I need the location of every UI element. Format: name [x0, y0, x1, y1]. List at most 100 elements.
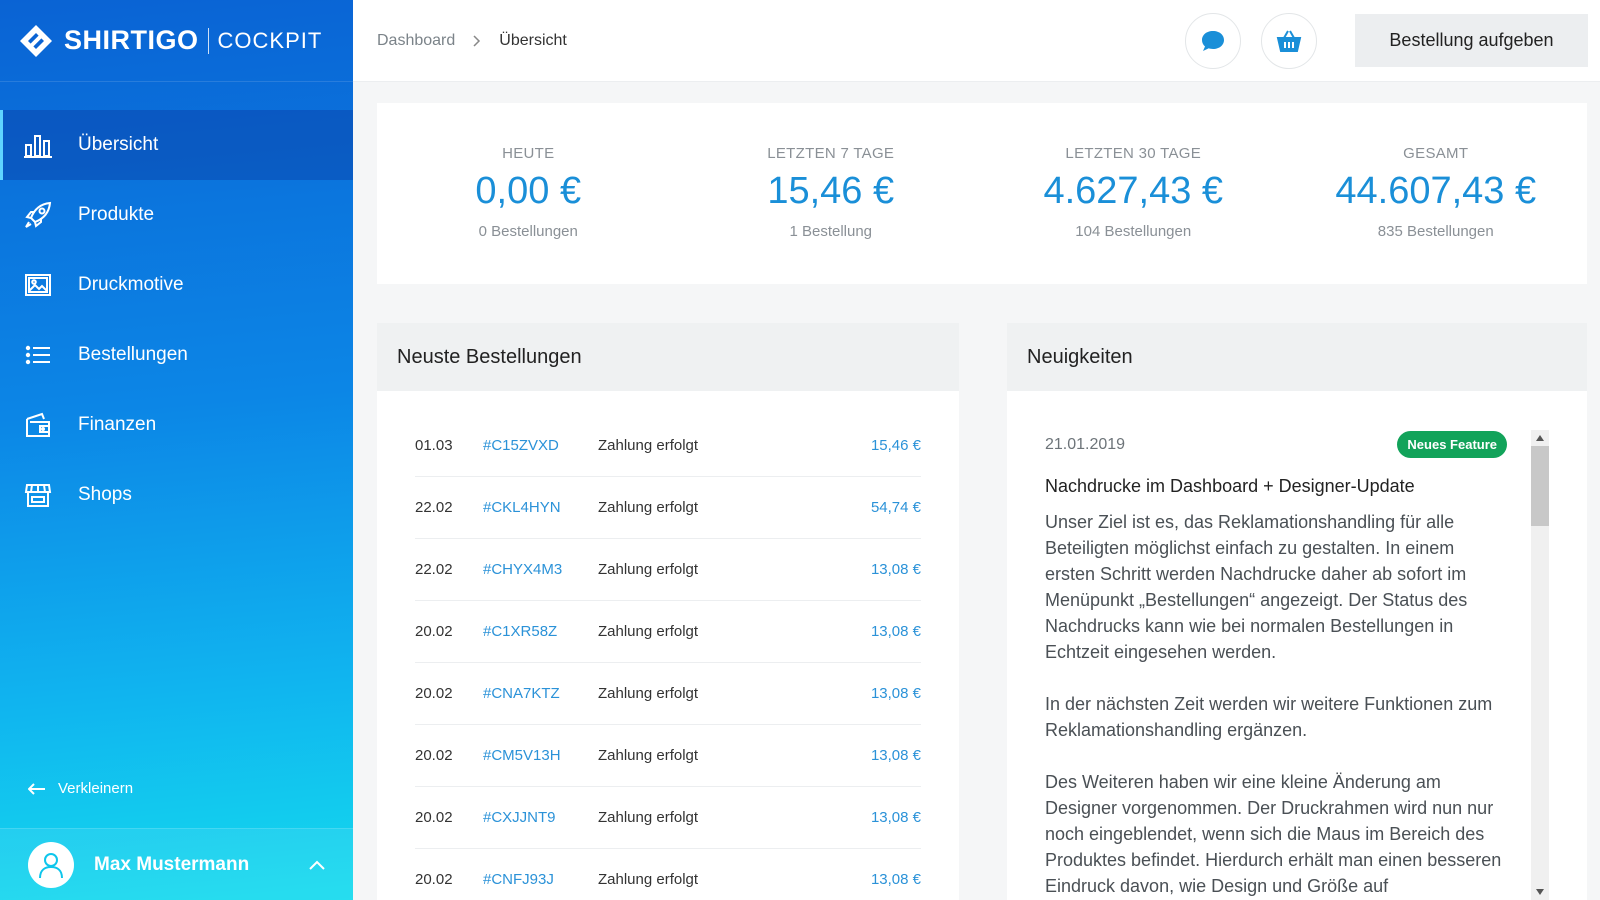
news-body: 21.01.2019 Neues Feature Nachdrucke im D… — [1007, 391, 1587, 899]
order-id-link[interactable]: #CM5V13H — [483, 747, 598, 764]
brand[interactable]: SHIRTIGO COCKPIT — [0, 0, 353, 82]
news-text: Unser Ziel ist es, das Reklamationshandl… — [1045, 509, 1507, 899]
panel-title: Neuigkeiten — [1007, 323, 1587, 391]
panel-title: Neuste Bestellungen — [377, 323, 959, 391]
scroll-up-button[interactable] — [1531, 430, 1549, 446]
order-amount: 15,46 € — [870, 437, 921, 454]
bar-chart-icon — [24, 131, 52, 159]
arrow-left-icon — [28, 782, 45, 795]
table-row[interactable]: 20.02 #C1XR58Z Zahlung erfolgt 13,08 € — [415, 601, 921, 663]
table-row[interactable]: 20.02 #CNA7KTZ Zahlung erfolgt 13,08 € — [415, 663, 921, 725]
sidebar-nav: Übersicht Produkte Druckmotive Bestellun… — [0, 110, 353, 530]
order-id-link[interactable]: #C1XR58Z — [483, 623, 598, 640]
stat-value: 44.607,43 € — [1335, 170, 1537, 212]
order-date: 20.02 — [415, 747, 453, 764]
order-id-link[interactable]: #CXJJNT9 — [483, 809, 598, 826]
order-date: 22.02 — [415, 499, 453, 516]
shirtigo-logo-icon — [20, 24, 52, 57]
brand-name: SHIRTIGO — [64, 25, 199, 55]
order-amount: 13,08 € — [870, 747, 921, 764]
wallet-icon — [24, 411, 52, 439]
user-menu[interactable]: Max Mustermann — [0, 828, 353, 900]
scroll-down-button[interactable] — [1531, 884, 1549, 900]
stat-label: LETZTEN 30 TAGE — [1065, 145, 1202, 162]
order-status: Zahlung erfolgt — [598, 747, 699, 764]
order-id-link[interactable]: #CNA7KTZ — [483, 685, 598, 702]
table-row[interactable]: 22.02 #CHYX4M3 Zahlung erfolgt 13,08 € — [415, 539, 921, 601]
image-icon — [24, 271, 52, 299]
collapse-sidebar-button[interactable]: Verkleinern — [28, 780, 133, 797]
stat-value: 15,46 € — [767, 170, 895, 212]
sidebar: SHIRTIGO COCKPIT Übersicht Produkte Druc… — [0, 0, 353, 900]
news-scrollbar[interactable] — [1531, 430, 1549, 900]
order-status: Zahlung erfolgt — [598, 685, 699, 702]
store-icon — [24, 481, 52, 509]
table-row[interactable]: 20.02 #CNFJ93J Zahlung erfolgt 13,08 € — [415, 849, 921, 900]
table-row[interactable]: 20.02 #CXJJNT9 Zahlung erfolgt 13,08 € — [415, 787, 921, 849]
order-date: 20.02 — [415, 685, 453, 702]
chat-icon — [1202, 30, 1224, 51]
cart-button[interactable] — [1261, 12, 1317, 69]
order-status: Zahlung erfolgt — [598, 809, 699, 826]
avatar — [28, 841, 74, 888]
stat-today: HEUTE 0,00 € 0 Bestellungen — [377, 103, 680, 284]
order-status: Zahlung erfolgt — [598, 561, 699, 578]
order-status: Zahlung erfolgt — [598, 623, 699, 640]
table-row[interactable]: 01.03 #C15ZVXD Zahlung erfolgt 15,46 € — [415, 415, 921, 477]
sidebar-item-bestellungen[interactable]: Bestellungen — [0, 320, 353, 390]
sidebar-item-uebersicht[interactable]: Übersicht — [0, 110, 353, 180]
order-amount: 13,08 € — [870, 809, 921, 826]
caret-up-icon — [1536, 435, 1544, 441]
news-paragraph: Unser Ziel ist es, das Reklamationshandl… — [1045, 512, 1468, 662]
list-icon — [24, 341, 52, 369]
stat-30-days: LETZTEN 30 TAGE 4.627,43 € 104 Bestellun… — [982, 103, 1285, 284]
stat-label: HEUTE — [502, 145, 555, 162]
chevron-up-icon[interactable] — [309, 860, 325, 870]
sidebar-item-label: Übersicht — [78, 134, 159, 155]
place-order-button[interactable]: Bestellung aufgeben — [1355, 14, 1588, 67]
sidebar-item-shops[interactable]: Shops — [0, 460, 353, 530]
order-amount: 13,08 € — [870, 871, 921, 888]
sidebar-item-label: Bestellungen — [78, 344, 188, 365]
order-date: 20.02 — [415, 809, 453, 826]
scroll-thumb[interactable] — [1531, 446, 1549, 526]
rocket-icon — [24, 201, 52, 229]
user-name: Max Mustermann — [94, 853, 250, 875]
orders-list: 01.03 #C15ZVXD Zahlung erfolgt 15,46 € 2… — [377, 391, 959, 900]
top-header: Dashboard Übersicht Bestellung aufgeben — [353, 0, 1600, 82]
stats-panel: HEUTE 0,00 € 0 Bestellungen LETZTEN 7 TA… — [377, 103, 1587, 284]
status-badge: Neues Feature — [1397, 431, 1507, 458]
collapse-label: Verkleinern — [58, 780, 134, 797]
news-paragraph: Des Weiteren haben wir eine kleine Änder… — [1045, 772, 1502, 896]
caret-down-icon — [1536, 889, 1544, 895]
sidebar-item-produkte[interactable]: Produkte — [0, 180, 353, 250]
order-amount: 13,08 € — [870, 561, 921, 578]
sidebar-item-druckmotive[interactable]: Druckmotive — [0, 250, 353, 320]
basket-icon — [1276, 30, 1302, 52]
chevron-right-icon — [473, 34, 481, 47]
order-id-link[interactable]: #C15ZVXD — [483, 437, 598, 454]
stat-sub: 104 Bestellungen — [1075, 223, 1192, 240]
breadcrumb-current: Übersicht — [499, 31, 567, 49]
order-amount: 13,08 € — [870, 623, 921, 640]
stat-value: 0,00 € — [475, 170, 582, 212]
news-panel: Neuigkeiten 21.01.2019 Neues Feature Nac… — [1007, 323, 1587, 900]
order-date: 01.03 — [415, 437, 453, 454]
brand-divider — [207, 27, 209, 54]
stat-label: GESAMT — [1403, 145, 1469, 162]
stat-7-days: LETZTEN 7 TAGE 15,46 € 1 Bestellung — [680, 103, 983, 284]
table-row[interactable]: 20.02 #CM5V13H Zahlung erfolgt 13,08 € — [415, 725, 921, 787]
chat-button[interactable] — [1185, 12, 1241, 69]
table-row[interactable]: 22.02 #CKL4HYN Zahlung erfolgt 54,74 € — [415, 477, 921, 539]
order-date: 20.02 — [415, 871, 453, 888]
stat-sub: 1 Bestellung — [789, 223, 873, 240]
order-id-link[interactable]: #CKL4HYN — [483, 499, 598, 516]
stat-sub: 0 Bestellungen — [478, 223, 578, 240]
sidebar-item-label: Druckmotive — [78, 274, 184, 295]
news-headline: Nachdrucke im Dashboard + Designer-Updat… — [1045, 476, 1415, 496]
order-amount: 13,08 € — [870, 685, 921, 702]
sidebar-item-finanzen[interactable]: Finanzen — [0, 390, 353, 460]
order-id-link[interactable]: #CNFJ93J — [483, 871, 598, 888]
breadcrumb-dashboard[interactable]: Dashboard — [377, 32, 455, 50]
order-id-link[interactable]: #CHYX4M3 — [483, 561, 598, 578]
